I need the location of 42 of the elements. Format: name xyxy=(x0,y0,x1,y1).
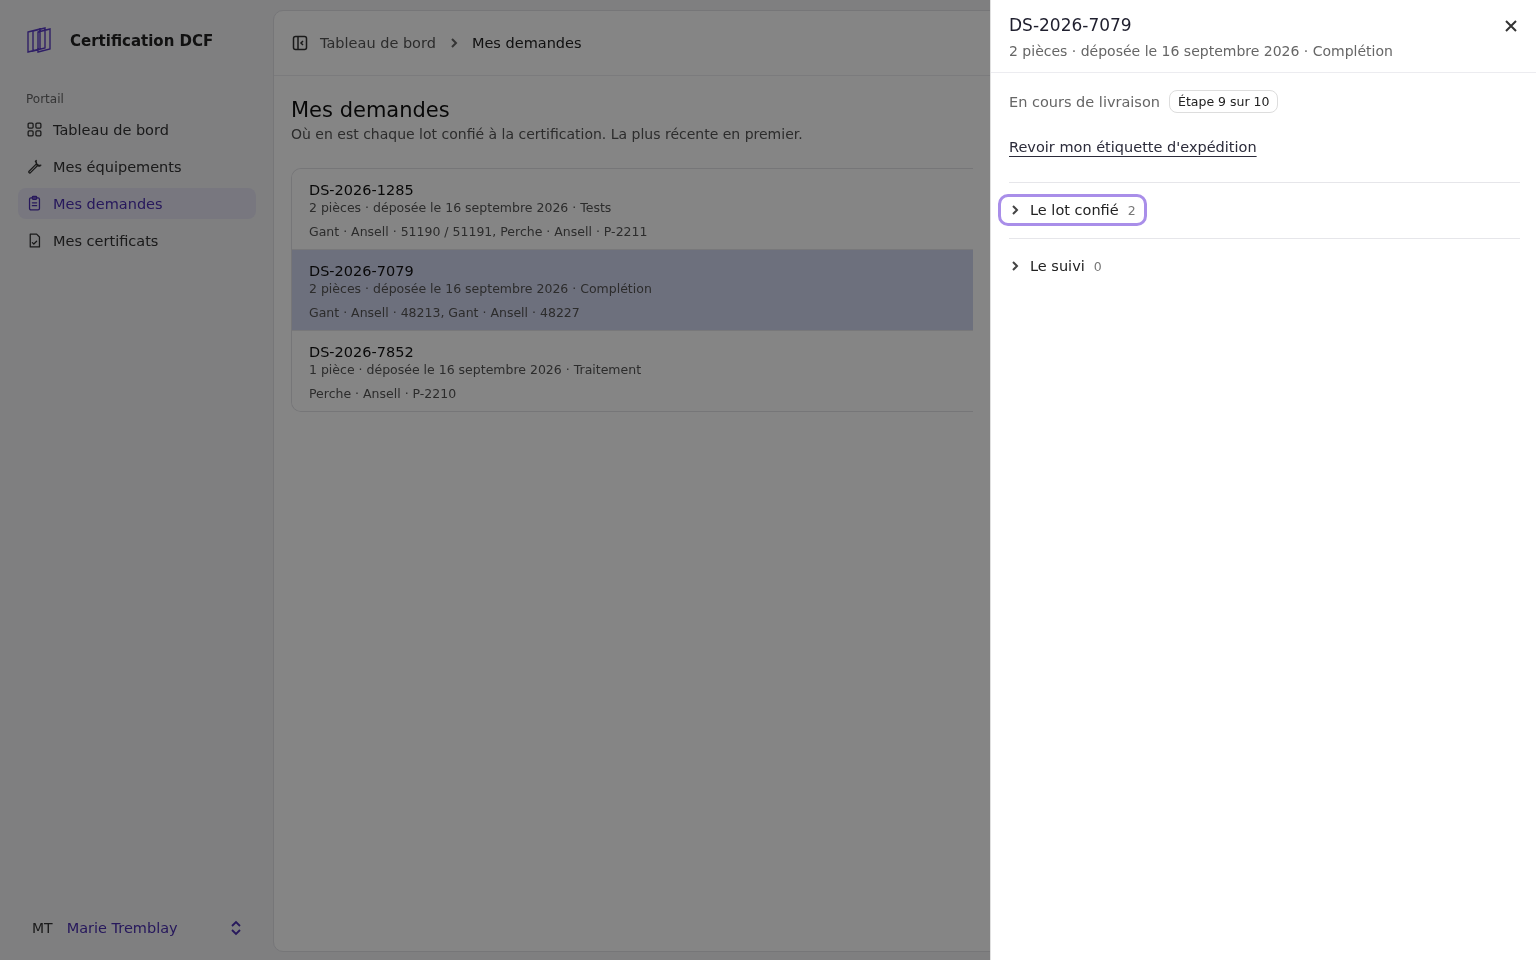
grid-icon xyxy=(26,121,43,138)
request-items: Gant · Ansell · 51190 / 51191, Perche · Ansell · P-2211 xyxy=(309,224,648,239)
request-meta: 2 pièces · déposée le 16 septembre 2026 · Tests xyxy=(309,200,612,215)
request-row[interactable]: DS-2026-7079 2 pièces · déposée le 16 septembre 2026 · Complétion Gant · Ansell · 48213, Gant · Ansell · 48227 xyxy=(292,250,973,331)
chevron-right-icon xyxy=(1009,260,1021,272)
sidebar-item[interactable]: Tableau de bord xyxy=(18,114,256,145)
close-icon xyxy=(1504,19,1518,33)
request-id: DS-2026-7079 xyxy=(309,263,414,279)
sidebar-item[interactable]: Mes certificats xyxy=(18,225,256,256)
drawer-subtitle: 2 pièces · déposée le 16 septembre 2026 · Complétion xyxy=(1009,43,1393,59)
section-count: 2 xyxy=(1127,202,1136,218)
request-items: Gant · Ansell · 48213, Gant · Ansell · 48227 xyxy=(309,305,580,320)
request-meta: 1 pièce · déposée le 16 septembre 2026 · Traitement xyxy=(309,362,642,377)
chevron-updown-icon xyxy=(230,920,242,936)
app-name: Certification DCF xyxy=(70,32,214,50)
breadcrumb-link[interactable]: Mes demandes xyxy=(471,35,582,51)
section-toggle[interactable]: Le lot confié 2 xyxy=(998,194,1147,226)
request-id: DS-2026-1285 xyxy=(309,182,414,198)
drawer-title: DS-2026-7079 xyxy=(1009,15,1132,35)
chevron-right-icon xyxy=(1009,204,1021,216)
user-initials: MT xyxy=(32,920,53,936)
step-badge: Étape 9 sur 10 xyxy=(1169,90,1279,113)
wrench-icon xyxy=(26,158,43,175)
clipboard-icon xyxy=(26,195,43,212)
section-label: Portail xyxy=(26,92,65,106)
request-meta: 2 pièces · déposée le 16 septembre 2026 · Complétion xyxy=(309,281,652,296)
page-title: Mes demandes xyxy=(291,98,450,122)
user-name: Marie Tremblay xyxy=(66,920,179,936)
sidebar-toggle-icon[interactable] xyxy=(292,35,308,51)
page-subtitle: Où en est chaque lot confié à la certification. La plus récente en premier. xyxy=(291,126,803,142)
request-items: Perche · Ansell · P-2210 xyxy=(309,386,457,401)
user-menu[interactable]: MT Marie Tremblay xyxy=(18,920,256,936)
sidebar-item[interactable]: Mes demandes xyxy=(18,188,256,219)
breadcrumb-link[interactable]: Tableau de bord xyxy=(320,35,436,51)
section-label: Le lot confié xyxy=(1030,202,1119,218)
shipping-label-link[interactable]: Revoir mon étiquette d'expédition xyxy=(1009,139,1257,155)
section-label: Le suivi xyxy=(1030,258,1085,274)
sidebar-item[interactable]: Mes équipements xyxy=(18,151,256,182)
section-toggle[interactable]: Le suivi 0 xyxy=(998,250,1113,282)
section-count: 0 xyxy=(1093,258,1102,274)
request-id: DS-2026-7852 xyxy=(309,344,414,360)
status-text: En cours de livraison xyxy=(1009,93,1160,110)
